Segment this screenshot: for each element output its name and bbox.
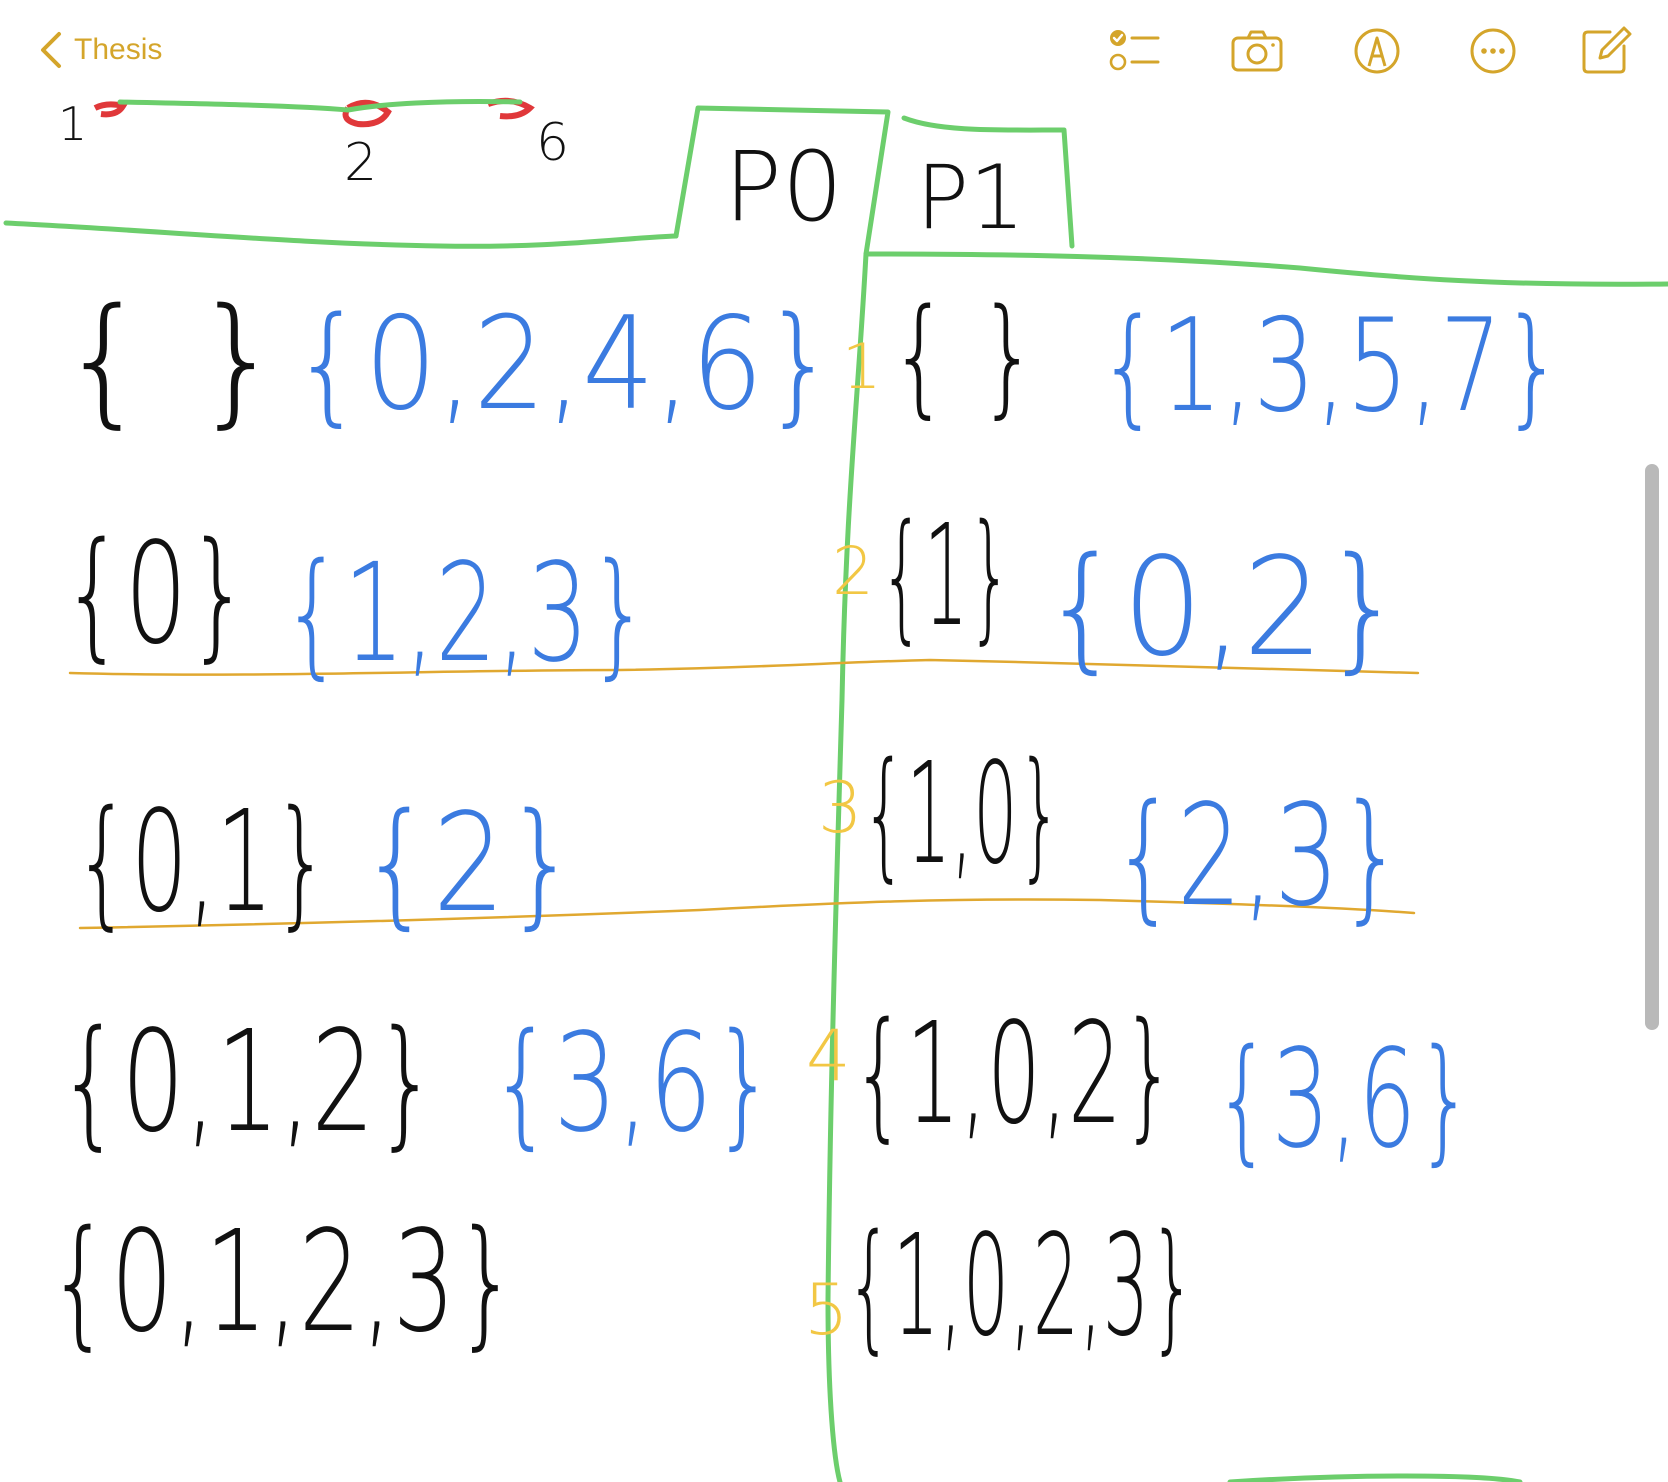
chevron-left-icon <box>41 32 61 68</box>
p0-row-2-set: {0} <box>62 513 250 676</box>
p0-row-2-rest: {1,2,3} <box>282 535 650 693</box>
p0-row-5-set: {0,1,2,3} <box>48 1201 518 1364</box>
back-label: Thesis <box>74 33 163 66</box>
p1-row-4-rest: {3,6} <box>1214 1021 1474 1179</box>
p1-row-1-rest: {1,3,5,7} <box>1098 292 1564 441</box>
header-p0: P0 <box>724 131 843 243</box>
p0-row-1-rest: {0,2,4,6} <box>292 290 836 439</box>
p1-row-5-set: {1,0,2,3} <box>846 1205 1196 1368</box>
top-label-2: 2 <box>344 133 377 193</box>
p0-row-3-set: {0,1} <box>74 781 330 944</box>
step-number-5: 5 <box>804 1269 849 1351</box>
back-button[interactable]: Thesis <box>38 28 162 72</box>
camera-button[interactable] <box>1230 26 1284 76</box>
checklist-button[interactable] <box>1108 26 1162 76</box>
camera-icon <box>1231 30 1283 72</box>
p0-row-1-set: { } <box>60 279 283 442</box>
p0-column: { } {0,2,4,6} {0} {1,2,3} {0,1} {2} {0,1… <box>48 279 836 1364</box>
p1-column: { } {1,3,5,7} {1} {0,2} {1,0} {2,3} {1,0… <box>846 282 1564 1368</box>
step-number-4: 4 <box>806 1015 851 1097</box>
top-label-1: 1 <box>58 97 87 151</box>
step-number-2: 2 <box>832 533 874 610</box>
p1-row-2-set: {1} <box>880 495 1012 658</box>
header-p1: P1 <box>916 146 1025 249</box>
top-label-6: 6 <box>536 113 569 173</box>
p1-row-2-rest: {0,2} <box>1042 529 1404 687</box>
p1-row-1-set: { } <box>890 282 1038 431</box>
markup-icon <box>1354 28 1400 74</box>
more-button[interactable] <box>1466 26 1520 76</box>
drawing-canvas[interactable]: 1 2 6 P0 P1 1 2 3 4 5 { } {0,2,4,6} {0} … <box>0 0 1668 1482</box>
vertical-scrollbar[interactable] <box>1645 464 1659 1030</box>
compose-button[interactable] <box>1580 26 1634 76</box>
notes-toolbar: Thesis <box>0 0 1668 100</box>
p1-row-3-rest: {2,3} <box>1112 775 1404 938</box>
compose-icon <box>1582 26 1632 74</box>
step-number-3: 3 <box>818 767 863 849</box>
p1-row-3-set: {1,0} <box>862 733 1062 896</box>
p0-row-3-rest: {2} <box>360 785 578 943</box>
step-number-1: 1 <box>842 330 881 403</box>
more-icon <box>1470 28 1516 74</box>
p0-row-4-set: {0,1,2} <box>58 1001 438 1164</box>
p1-row-4-set: {1,0,2} <box>852 993 1176 1156</box>
checklist-icon <box>1109 30 1160 71</box>
p0-row-4-rest: {3,6} <box>490 1005 776 1163</box>
markup-button[interactable] <box>1350 26 1404 76</box>
